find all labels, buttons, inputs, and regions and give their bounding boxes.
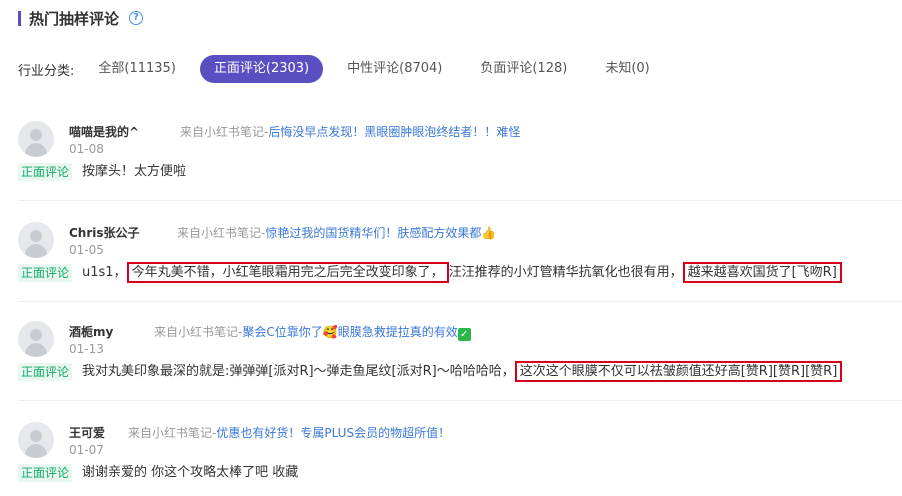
review-text: u1s1， 今年丸美不错，小红笔眼霜用完之后完全改变印象了， 汪汪推荐的小灯管精华抗… [82, 262, 842, 283]
review-source[interactable]: 来自小红书笔记-惊艳过我的国货精华们！肤感配方效果都👍 [177, 224, 496, 241]
avatar [18, 121, 54, 157]
review-username[interactable]: 喵喵是我的^ [69, 123, 139, 140]
thumbs-up-icon: 👍 [481, 226, 497, 240]
review-date: 01-08 [69, 142, 104, 156]
section-title: 热门抽样评论 [29, 9, 120, 28]
filter-unknown[interactable]: 未知(0) [591, 55, 663, 83]
review-item: Chris张公子 来自小红书笔记-惊艳过我的国货精华们！肤感配方效果都👍 01-… [18, 222, 902, 302]
avatar [18, 321, 54, 357]
review-item: 王可爱 来自小红书笔记-优惠也有好货！专属PLUS会员的物超所值！ 01-07 … [18, 422, 902, 496]
filter-negative[interactable]: 负面评论(128) [466, 55, 581, 83]
highlighted-phrase: 今年丸美不错，小红笔眼霜用完之后完全改变印象了， [126, 262, 449, 283]
review-item: 喵喵是我的^ 来自小红书笔记-后悔没早点发现！黑眼圈肿眼泡终结者！！难怪 01-… [18, 121, 902, 201]
review-item: 酒栀my 来自小红书笔记-聚会C位靠你了🥰眼膜急救提拉真的有效 ✓ 01-13 正… [18, 321, 902, 401]
section-header: 热门抽样评论 ? [18, 8, 144, 28]
smiling-face-icon: 🥰 [322, 325, 338, 339]
source-link[interactable]: 惊艳过我的国货精华们！肤感配方效果都 [265, 226, 481, 240]
avatar [18, 222, 54, 258]
filter-positive[interactable]: 正面评论(2303) [199, 55, 324, 83]
review-date: 01-13 [69, 342, 104, 356]
question-circle-icon[interactable]: ? [129, 11, 144, 25]
review-text: 按摩头！太方便啦 [82, 164, 187, 179]
source-link[interactable]: 聚会C位靠你了 [242, 325, 322, 339]
review-username[interactable]: 酒栀my [69, 323, 113, 340]
review-date: 01-07 [69, 443, 104, 457]
source-link[interactable]: 优惠也有好货！专属PLUS会员的物超所值！ [216, 426, 450, 440]
review-username[interactable]: Chris张公子 [69, 224, 140, 241]
sentiment-tag: 正面评论 [18, 163, 73, 181]
review-username[interactable]: 王可爱 [69, 424, 105, 441]
sentiment-tag: 正面评论 [18, 264, 73, 282]
review-text: 谢谢亲爱的 你这个攻略太棒了吧 收藏 [82, 465, 299, 480]
avatar [18, 422, 54, 458]
sentiment-tag: 正面评论 [18, 363, 73, 381]
divider [18, 200, 902, 201]
filter-all[interactable]: 全部(11135) [84, 55, 190, 83]
highlighted-phrase: 越来越喜欢国货了[飞吻R] [682, 262, 842, 283]
source-link[interactable]: 后悔没早点发现！黑眼圈肿眼泡终结者！！难怪 [268, 125, 520, 139]
sentiment-tag: 正面评论 [18, 464, 73, 482]
filter-label: 行业分类: [18, 63, 75, 79]
review-source[interactable]: 来自小红书笔记-后悔没早点发现！黑眼圈肿眼泡终结者！！难怪 [180, 123, 520, 140]
divider [18, 301, 902, 302]
highlighted-phrase: 这次这个眼膜不仅可以祛皱颜值还好高[赞R][赞R][赞R] [514, 361, 843, 382]
divider [18, 400, 902, 401]
category-filter-bar: 行业分类: 全部(11135) 正面评论(2303) 中性评论(8704) 负面… [18, 55, 674, 83]
filter-neutral[interactable]: 中性评论(8704) [333, 55, 456, 83]
review-date: 01-05 [69, 243, 104, 257]
check-mark-icon: ✓ [457, 328, 471, 341]
title-accent-bar [18, 10, 21, 26]
review-source[interactable]: 来自小红书笔记-聚会C位靠你了🥰眼膜急救提拉真的有效 ✓ [154, 323, 471, 341]
review-text: 我对丸美印象最深的就是:弹弹弹[派对R]～弹走鱼尾纹[派对R]～哈哈哈哈， 这次这… [82, 361, 843, 382]
review-source[interactable]: 来自小红书笔记-优惠也有好货！专属PLUS会员的物超所值！ [128, 424, 450, 441]
